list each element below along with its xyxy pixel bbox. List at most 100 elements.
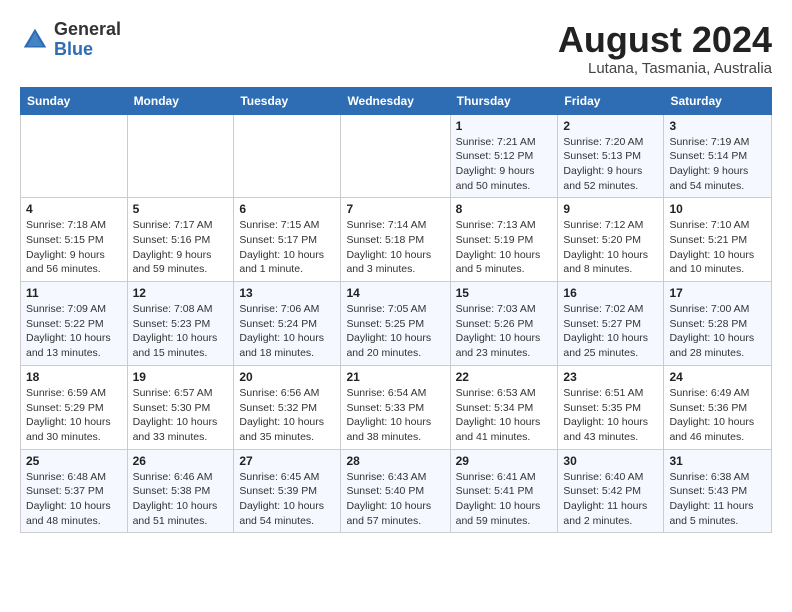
day-number: 12 bbox=[133, 286, 229, 300]
day-number: 13 bbox=[239, 286, 335, 300]
day-cell: 12 Sunrise: 7:08 AM Sunset: 5:23 PM Dayli… bbox=[127, 282, 234, 366]
day-info: Sunrise: 6:49 AM Sunset: 5:36 PM Dayligh… bbox=[669, 386, 766, 445]
day-number: 15 bbox=[456, 286, 553, 300]
day-number: 3 bbox=[669, 119, 766, 133]
day-number: 29 bbox=[456, 454, 553, 468]
day-cell: 25Sunrise: 6:48 AM Sunset: 5:37 PM Dayli… bbox=[21, 449, 128, 533]
week-row-5: 25Sunrise: 6:48 AM Sunset: 5:37 PM Dayli… bbox=[21, 449, 772, 533]
day-number: 5 bbox=[133, 202, 229, 216]
location: Lutana, Tasmania, Australia bbox=[558, 60, 772, 77]
day-number: 26 bbox=[133, 454, 229, 468]
day-number: 18 bbox=[26, 370, 122, 384]
weekday-header-row: SundayMondayTuesdayWednesdayThursdayFrid… bbox=[21, 87, 772, 114]
day-number: 14 bbox=[346, 286, 444, 300]
day-info: Sunrise: 6:38 AM Sunset: 5:43 PM Dayligh… bbox=[669, 470, 766, 529]
day-cell: 9 Sunrise: 7:12 AM Sunset: 5:20 PM Daylig… bbox=[558, 198, 664, 282]
day-number: 30 bbox=[563, 454, 658, 468]
day-cell: 2 Sunrise: 7:20 AM Sunset: 5:13 PM Daylig… bbox=[558, 114, 664, 198]
day-number: 2 bbox=[563, 119, 658, 133]
day-cell: 11Sunrise: 7:09 AM Sunset: 5:22 PM Dayli… bbox=[21, 282, 128, 366]
logo-general: General bbox=[54, 19, 121, 39]
day-number: 23 bbox=[563, 370, 658, 384]
day-cell: 16 Sunrise: 7:02 AM Sunset: 5:27 PM Dayli… bbox=[558, 282, 664, 366]
title-block: August 2024 Lutana, Tasmania, Australia bbox=[558, 20, 772, 77]
day-number: 28 bbox=[346, 454, 444, 468]
day-cell: 1 Sunrise: 7:21 AM Sunset: 5:12 PM Daylig… bbox=[450, 114, 558, 198]
day-info: Sunrise: 6:57 AM Sunset: 5:30 PM Dayligh… bbox=[133, 386, 229, 445]
day-cell bbox=[234, 114, 341, 198]
day-info: Sunrise: 6:56 AM Sunset: 5:32 PM Dayligh… bbox=[239, 386, 335, 445]
day-info: Sunrise: 7:14 AM Sunset: 5:18 PM Dayligh… bbox=[346, 218, 444, 277]
weekday-header-tuesday: Tuesday bbox=[234, 87, 341, 114]
day-info: Sunrise: 6:43 AM Sunset: 5:40 PM Dayligh… bbox=[346, 470, 444, 529]
day-cell: 15Sunrise: 7:03 AM Sunset: 5:26 PM Dayli… bbox=[450, 282, 558, 366]
week-row-3: 11Sunrise: 7:09 AM Sunset: 5:22 PM Dayli… bbox=[21, 282, 772, 366]
day-info: Sunrise: 7:21 AM Sunset: 5:12 PM Dayligh… bbox=[456, 135, 553, 194]
day-number: 9 bbox=[563, 202, 658, 216]
day-info: Sunrise: 7:10 AM Sunset: 5:21 PM Dayligh… bbox=[669, 218, 766, 277]
day-cell: 30 Sunrise: 6:40 AM Sunset: 5:42 PM Dayli… bbox=[558, 449, 664, 533]
logo-blue: Blue bbox=[54, 39, 93, 59]
weekday-header-wednesday: Wednesday bbox=[341, 87, 450, 114]
day-info: Sunrise: 7:17 AM Sunset: 5:16 PM Dayligh… bbox=[133, 218, 229, 277]
day-number: 1 bbox=[456, 119, 553, 133]
day-info: Sunrise: 6:51 AM Sunset: 5:35 PM Dayligh… bbox=[563, 386, 658, 445]
day-info: Sunrise: 7:09 AM Sunset: 5:22 PM Dayligh… bbox=[26, 302, 122, 361]
week-row-2: 4 Sunrise: 7:18 AM Sunset: 5:15 PM Daylig… bbox=[21, 198, 772, 282]
day-info: Sunrise: 7:20 AM Sunset: 5:13 PM Dayligh… bbox=[563, 135, 658, 194]
day-info: Sunrise: 7:18 AM Sunset: 5:15 PM Dayligh… bbox=[26, 218, 122, 277]
weekday-header-sunday: Sunday bbox=[21, 87, 128, 114]
day-cell: 24 Sunrise: 6:49 AM Sunset: 5:36 PM Dayli… bbox=[664, 365, 772, 449]
day-info: Sunrise: 6:41 AM Sunset: 5:41 PM Dayligh… bbox=[456, 470, 553, 529]
day-cell: 20 Sunrise: 6:56 AM Sunset: 5:32 PM Dayli… bbox=[234, 365, 341, 449]
week-row-1: 1 Sunrise: 7:21 AM Sunset: 5:12 PM Daylig… bbox=[21, 114, 772, 198]
day-info: Sunrise: 6:40 AM Sunset: 5:42 PM Dayligh… bbox=[563, 470, 658, 529]
day-number: 19 bbox=[133, 370, 229, 384]
day-number: 22 bbox=[456, 370, 553, 384]
week-row-4: 18Sunrise: 6:59 AM Sunset: 5:29 PM Dayli… bbox=[21, 365, 772, 449]
day-number: 31 bbox=[669, 454, 766, 468]
day-cell: 6Sunrise: 7:15 AM Sunset: 5:17 PM Daylig… bbox=[234, 198, 341, 282]
day-number: 24 bbox=[669, 370, 766, 384]
day-info: Sunrise: 7:06 AM Sunset: 5:24 PM Dayligh… bbox=[239, 302, 335, 361]
weekday-header-monday: Monday bbox=[127, 87, 234, 114]
day-cell: 23 Sunrise: 6:51 AM Sunset: 5:35 PM Dayli… bbox=[558, 365, 664, 449]
day-cell: 26 Sunrise: 6:46 AM Sunset: 5:38 PM Dayli… bbox=[127, 449, 234, 533]
day-number: 21 bbox=[346, 370, 444, 384]
day-cell bbox=[341, 114, 450, 198]
day-cell bbox=[127, 114, 234, 198]
calendar-table: SundayMondayTuesdayWednesdayThursdayFrid… bbox=[20, 87, 772, 534]
day-info: Sunrise: 7:02 AM Sunset: 5:27 PM Dayligh… bbox=[563, 302, 658, 361]
day-cell: 29 Sunrise: 6:41 AM Sunset: 5:41 PM Dayli… bbox=[450, 449, 558, 533]
day-cell: 28 Sunrise: 6:43 AM Sunset: 5:40 PM Dayli… bbox=[341, 449, 450, 533]
day-number: 10 bbox=[669, 202, 766, 216]
day-number: 20 bbox=[239, 370, 335, 384]
day-number: 7 bbox=[346, 202, 444, 216]
weekday-header-saturday: Saturday bbox=[664, 87, 772, 114]
day-info: Sunrise: 7:12 AM Sunset: 5:20 PM Dayligh… bbox=[563, 218, 658, 277]
day-number: 6 bbox=[239, 202, 335, 216]
day-cell: 13 Sunrise: 7:06 AM Sunset: 5:24 PM Dayli… bbox=[234, 282, 341, 366]
logo-icon bbox=[20, 25, 50, 55]
weekday-header-thursday: Thursday bbox=[450, 87, 558, 114]
logo: General Blue bbox=[20, 20, 121, 60]
page-header: General Blue August 2024 Lutana, Tasmani… bbox=[20, 20, 772, 77]
day-cell: 27Sunrise: 6:45 AM Sunset: 5:39 PM Dayli… bbox=[234, 449, 341, 533]
day-cell: 18Sunrise: 6:59 AM Sunset: 5:29 PM Dayli… bbox=[21, 365, 128, 449]
day-info: Sunrise: 6:46 AM Sunset: 5:38 PM Dayligh… bbox=[133, 470, 229, 529]
day-number: 8 bbox=[456, 202, 553, 216]
day-number: 16 bbox=[563, 286, 658, 300]
day-info: Sunrise: 7:08 AM Sunset: 5:23 PM Dayligh… bbox=[133, 302, 229, 361]
day-cell: 8Sunrise: 7:13 AM Sunset: 5:19 PM Daylig… bbox=[450, 198, 558, 282]
day-cell: 22 Sunrise: 6:53 AM Sunset: 5:34 PM Dayli… bbox=[450, 365, 558, 449]
day-info: Sunrise: 7:00 AM Sunset: 5:28 PM Dayligh… bbox=[669, 302, 766, 361]
day-cell: 17 Sunrise: 7:00 AM Sunset: 5:28 PM Dayli… bbox=[664, 282, 772, 366]
day-info: Sunrise: 7:05 AM Sunset: 5:25 PM Dayligh… bbox=[346, 302, 444, 361]
weekday-header-friday: Friday bbox=[558, 87, 664, 114]
day-cell: 7 Sunrise: 7:14 AM Sunset: 5:18 PM Daylig… bbox=[341, 198, 450, 282]
day-cell: 4 Sunrise: 7:18 AM Sunset: 5:15 PM Daylig… bbox=[21, 198, 128, 282]
day-info: Sunrise: 6:53 AM Sunset: 5:34 PM Dayligh… bbox=[456, 386, 553, 445]
month-year: August 2024 bbox=[558, 20, 772, 60]
day-number: 17 bbox=[669, 286, 766, 300]
day-number: 4 bbox=[26, 202, 122, 216]
